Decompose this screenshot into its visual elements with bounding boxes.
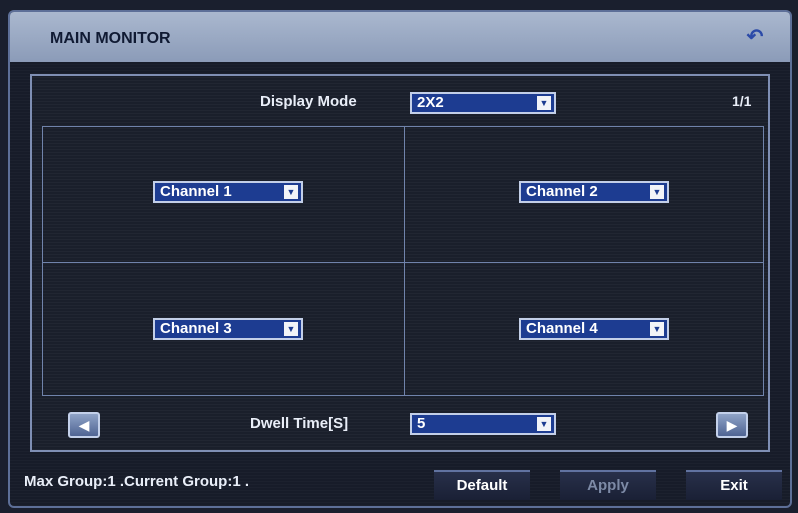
default-button[interactable]: Default xyxy=(434,470,530,500)
title-bar: MAIN MONITOR ↶ xyxy=(10,12,790,62)
grid-divider-horizontal xyxy=(43,262,763,263)
triangle-left-icon: ◀ xyxy=(78,417,90,433)
dwell-time-dropdown[interactable]: 5 ▼ xyxy=(410,413,556,435)
page-indicator: 1/1 xyxy=(732,93,752,109)
chevron-down-icon: ▼ xyxy=(650,185,664,199)
group-status-text: Max Group:1 .Current Group:1 . xyxy=(24,473,250,490)
display-mode-value: 2X2 xyxy=(417,94,444,111)
chevron-down-icon: ▼ xyxy=(284,185,298,199)
main-monitor-window: MAIN MONITOR ↶ Display Mode 2X2 ▼ 1/1 Ch… xyxy=(8,10,792,508)
display-mode-dropdown[interactable]: 2X2 ▼ xyxy=(410,92,556,114)
prev-page-button[interactable]: ◀ xyxy=(68,412,100,438)
monitor-settings-panel: Display Mode 2X2 ▼ 1/1 Channel 1 ▼ Chann… xyxy=(30,74,770,452)
dwell-time-value: 5 xyxy=(417,415,426,432)
channel-3-value: Channel 3 xyxy=(160,320,232,337)
grid-divider-vertical xyxy=(404,127,405,395)
channel-3-dropdown[interactable]: Channel 3 ▼ xyxy=(153,318,303,340)
chevron-down-icon: ▼ xyxy=(537,417,551,431)
channel-grid: Channel 1 ▼ Channel 2 ▼ Channel 3 ▼ Chan… xyxy=(42,126,764,396)
chevron-down-icon: ▼ xyxy=(650,322,664,336)
chevron-down-icon: ▼ xyxy=(537,96,551,110)
return-arrow-icon[interactable]: ↶ xyxy=(742,26,768,48)
triangle-right-icon: ▶ xyxy=(726,417,738,433)
exit-button[interactable]: Exit xyxy=(686,470,782,500)
channel-4-dropdown[interactable]: Channel 4 ▼ xyxy=(519,318,669,340)
channel-2-dropdown[interactable]: Channel 2 ▼ xyxy=(519,181,669,203)
apply-button[interactable]: Apply xyxy=(560,470,656,500)
channel-1-dropdown[interactable]: Channel 1 ▼ xyxy=(153,181,303,203)
chevron-down-icon: ▼ xyxy=(284,322,298,336)
channel-4-value: Channel 4 xyxy=(526,320,598,337)
dwell-time-label: Dwell Time[S] xyxy=(250,415,349,432)
channel-1-value: Channel 1 xyxy=(160,183,232,200)
channel-2-value: Channel 2 xyxy=(526,183,598,200)
display-mode-label: Display Mode xyxy=(260,93,357,110)
window-title: MAIN MONITOR xyxy=(50,30,171,47)
next-page-button[interactable]: ▶ xyxy=(716,412,748,438)
